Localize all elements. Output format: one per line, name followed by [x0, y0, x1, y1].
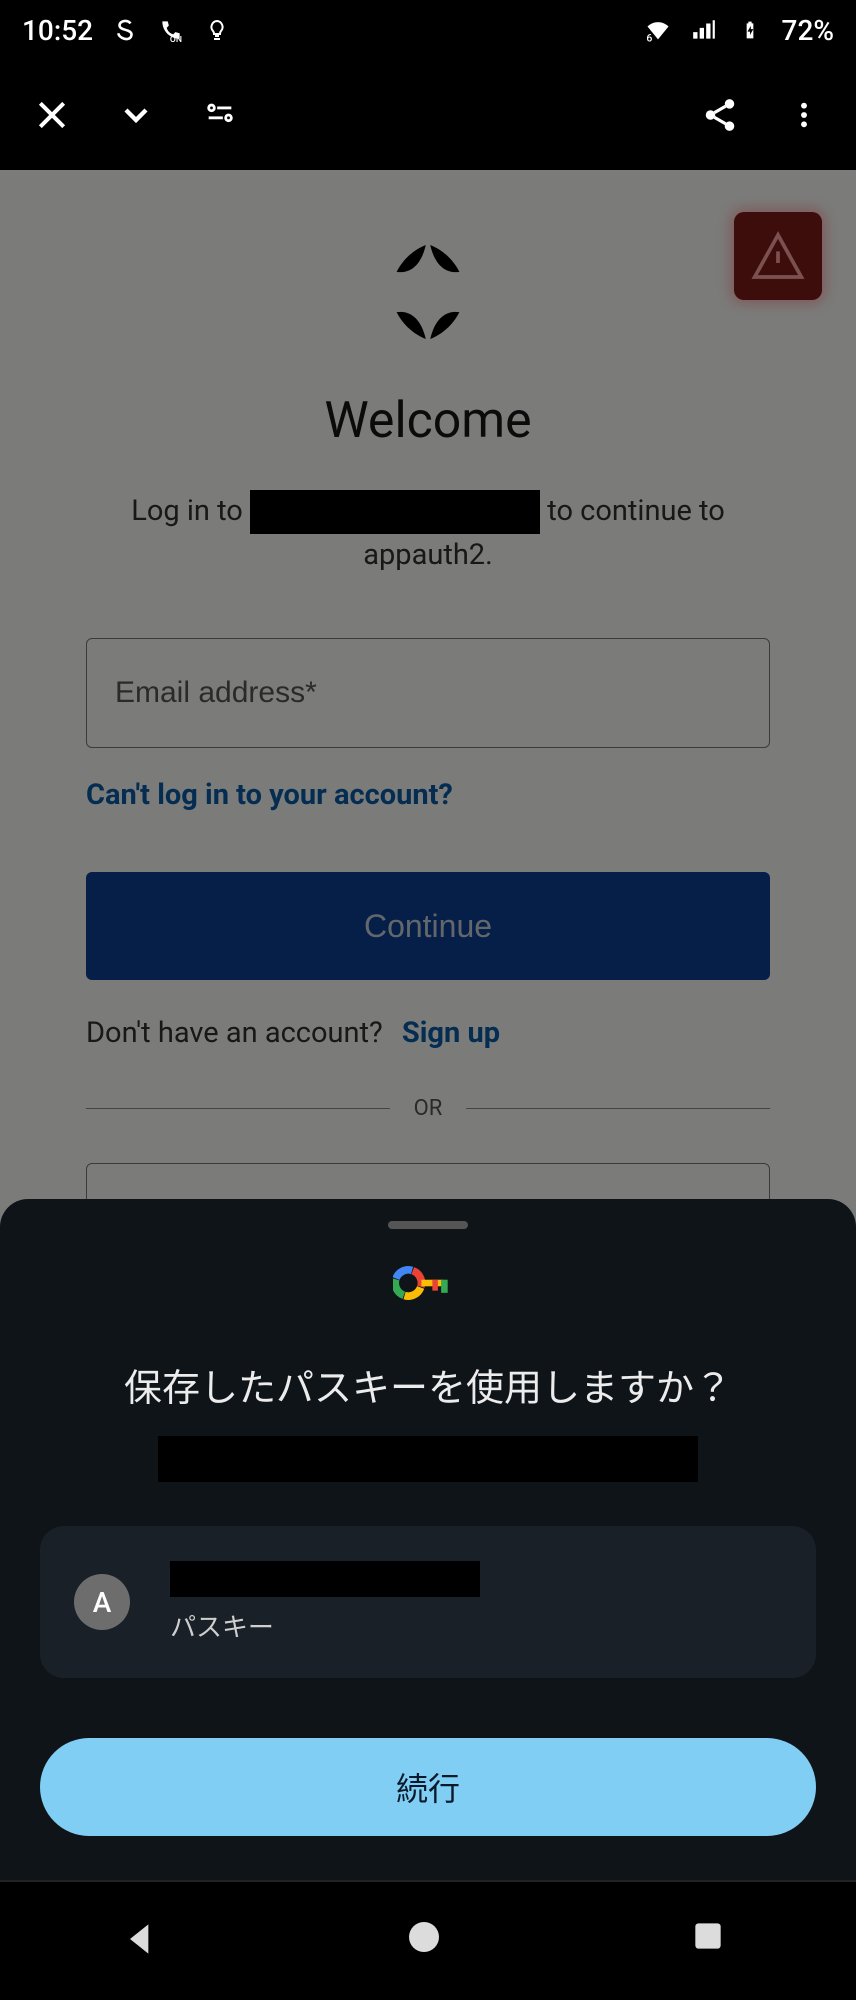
login-text-line1: Log in to to continue to — [26, 490, 830, 534]
share-icon[interactable] — [698, 93, 742, 137]
back-button[interactable] — [119, 1917, 167, 1965]
signal-icon — [690, 16, 718, 44]
account-subtitle: パスキー — [170, 1607, 480, 1644]
or-divider: OR — [86, 1096, 770, 1121]
avatar: A — [74, 1574, 130, 1630]
no-account-text: Don't have an account? — [86, 1016, 383, 1050]
cant-login-link[interactable]: Can't log in to your account? — [86, 778, 770, 812]
login-suffix: to continue to — [547, 494, 725, 528]
signup-link[interactable]: Sign up — [402, 1016, 500, 1050]
account-redacted — [170, 1561, 480, 1597]
home-button[interactable] — [404, 1917, 452, 1965]
sheet-title: 保存したパスキーを使用しますか？ — [40, 1357, 816, 1412]
or-text: OR — [414, 1096, 443, 1121]
sheet-drag-handle[interactable] — [388, 1221, 468, 1229]
bulb-icon — [203, 16, 231, 44]
status-bar: 10:52 ON 6 72% — [0, 0, 856, 60]
more-vert-icon[interactable] — [782, 93, 826, 137]
signup-line: Don't have an account? Sign up — [86, 1016, 770, 1050]
login-text-line2: appauth2. — [26, 538, 830, 572]
battery-icon — [736, 16, 764, 44]
system-nav-bar — [0, 1880, 856, 2000]
wifi-icon: 6 — [644, 16, 672, 44]
status-time: 10:52 — [22, 14, 93, 47]
passkey-bottom-sheet: 保存したパスキーを使用しますか？ A パスキー 続行 — [0, 1199, 856, 1880]
sheet-redacted-domain — [158, 1436, 698, 1482]
recents-button[interactable] — [689, 1917, 737, 1965]
redacted-domain — [250, 490, 540, 534]
svg-text:ON: ON — [170, 35, 182, 43]
welcome-heading: Welcome — [26, 392, 830, 450]
svg-text:6: 6 — [646, 32, 652, 44]
close-icon[interactable] — [30, 93, 74, 137]
samsung-icon — [111, 16, 139, 44]
url-bar[interactable] — [282, 87, 658, 143]
app-logo — [26, 236, 830, 348]
continue-button[interactable]: Continue — [86, 872, 770, 980]
passkey-account-row[interactable]: A パスキー — [40, 1526, 816, 1678]
email-field[interactable] — [86, 638, 770, 748]
call-on-icon: ON — [157, 16, 185, 44]
battery-percent: 72% — [782, 14, 834, 47]
warning-badge[interactable] — [734, 212, 822, 300]
google-passkey-icon — [40, 1265, 816, 1301]
login-prefix: Log in to — [131, 494, 243, 528]
browser-toolbar — [0, 60, 856, 170]
tune-icon[interactable] — [198, 93, 242, 137]
sheet-continue-button[interactable]: 続行 — [40, 1738, 816, 1836]
chevron-down-icon[interactable] — [114, 93, 158, 137]
